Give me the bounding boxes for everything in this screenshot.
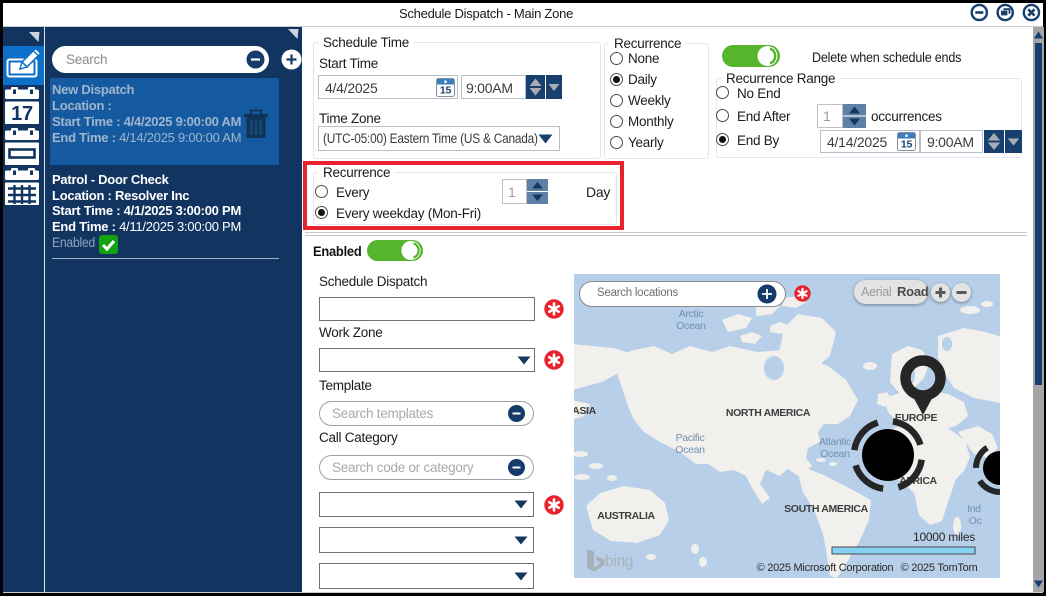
svg-text:Ocean: Ocean <box>675 444 705 456</box>
svg-text:bing: bing <box>605 553 633 570</box>
svg-text:15: 15 <box>901 139 913 151</box>
svg-text:© 2025 Microsoft Corporation: © 2025 Microsoft Corporation <box>757 562 894 574</box>
svg-text:Ocean: Ocean <box>820 448 850 460</box>
svg-text:AUSTRALIA: AUSTRALIA <box>597 510 655 522</box>
svg-text:Atlantic: Atlantic <box>819 436 851 448</box>
svg-text:Pacific: Pacific <box>676 432 705 444</box>
svg-text:SOUTH AMERICA: SOUTH AMERICA <box>784 503 868 515</box>
svg-text:10000 miles: 10000 miles <box>913 530 975 544</box>
svg-text:Arctic: Arctic <box>679 308 704 320</box>
svg-text:Ocean: Ocean <box>676 320 706 332</box>
svg-text:Ind: Ind <box>967 503 981 515</box>
svg-text:17: 17 <box>11 103 33 124</box>
svg-text:ASIA: ASIA <box>574 405 597 417</box>
svg-text:© 2025 TomTom: © 2025 TomTom <box>901 562 978 574</box>
svg-text:NORTH AMERICA: NORTH AMERICA <box>726 407 811 419</box>
svg-text:15: 15 <box>440 85 452 97</box>
svg-text:Oc: Oc <box>969 515 982 527</box>
